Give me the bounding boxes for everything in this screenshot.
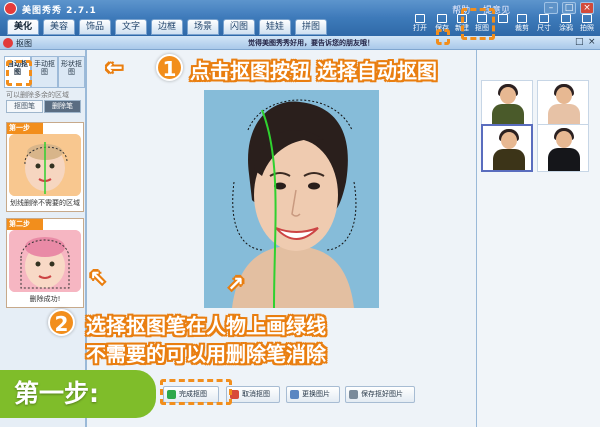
material-panel	[476, 50, 600, 427]
resize-button[interactable]: 尺寸	[533, 14, 555, 36]
more-icon	[498, 14, 508, 23]
save-icon	[437, 14, 447, 23]
thumb-body	[548, 148, 580, 171]
step1-instruction: 点击抠图按钮 选择自动抠图	[190, 59, 437, 83]
material-thumb-selected[interactable]	[481, 124, 533, 172]
material-thumb[interactable]	[481, 80, 533, 128]
promo-text: 觉得美图秀秀好用，要告诉您的朋友哦！	[248, 39, 374, 47]
change-image-label: 更换图片	[302, 390, 330, 398]
erase-brush-button[interactable]: 删除笔	[44, 100, 81, 113]
thumb-face	[556, 131, 572, 148]
step-card-head: 第二步	[7, 219, 43, 230]
cutout-window-bar: 抠图 觉得美图秀秀好用，要告诉您的朋友哦！ □ ×	[0, 36, 600, 50]
maximize-button[interactable]: □	[562, 2, 576, 14]
cancel-cutout-button[interactable]: 取消抠图	[226, 386, 280, 403]
thumb-face	[500, 87, 516, 104]
material-thumb[interactable]	[537, 80, 589, 128]
app-title: 美图秀秀 2.7.1	[22, 6, 97, 16]
save-cutout-label: 保存抠好图片	[361, 390, 403, 398]
tab-frame[interactable]: 边框	[151, 19, 183, 35]
arrow-left-icon: ←	[106, 55, 123, 79]
step-card-1: 第一步 划线删除不需要的区域	[6, 122, 84, 212]
sub-maximize-button[interactable]: □	[575, 38, 584, 47]
step-number-2: 2	[48, 309, 75, 336]
step-card-caption: 删除成功!	[29, 295, 61, 303]
toolbar-highlight-box	[436, 29, 450, 45]
folder-icon	[415, 14, 425, 23]
step2-instruction-line1: 选择抠图笔在人物上画绿线	[86, 314, 326, 338]
resize-icon	[539, 14, 549, 23]
cutout-highlight-box	[461, 8, 495, 40]
thumb-face	[501, 132, 517, 149]
step-banner: 第一步:	[0, 370, 156, 418]
brush-icon	[561, 14, 571, 23]
baby-photo-1	[9, 134, 81, 196]
camera-icon	[582, 14, 592, 23]
open-button[interactable]: 打开	[409, 14, 431, 36]
thumb-face	[556, 87, 572, 104]
minimize-button[interactable]: –	[544, 2, 558, 14]
step-card-2: 第二步 删除成功!	[6, 218, 84, 308]
finish-highlight-box	[160, 379, 232, 405]
tab-shape-cutout[interactable]: 形状抠图	[58, 56, 85, 88]
tab-beautify[interactable]: 美化	[7, 19, 39, 35]
image-icon	[290, 390, 299, 399]
crop-button[interactable]: 裁剪	[511, 14, 533, 36]
baby-illustration	[9, 230, 81, 292]
auto-tab-highlight-box	[6, 60, 32, 86]
save-icon	[349, 390, 358, 399]
cancel-cutout-label: 取消抠图	[242, 390, 270, 398]
tab-text[interactable]: 文字	[115, 19, 147, 35]
thumb-body	[493, 149, 525, 170]
sub-close-button[interactable]: ×	[588, 38, 597, 47]
save-cutout-button[interactable]: 保存抠好图片	[345, 386, 415, 403]
step-card-head: 第一步	[7, 123, 43, 134]
change-image-button[interactable]: 更换图片	[286, 386, 340, 403]
step2-instruction-line2: 不需要的可以用删除笔消除	[86, 342, 326, 366]
cutout-brush-button[interactable]: 抠图笔	[6, 100, 43, 113]
brush-hint: 可以删除多余的区域	[6, 91, 69, 99]
step-card-caption: 划线删除不需要的区域	[10, 199, 80, 207]
doodle-button[interactable]: 涂鸦	[555, 14, 577, 36]
close-button[interactable]: ×	[580, 2, 594, 14]
step-number-1: 1	[156, 54, 183, 81]
scissors-icon	[517, 14, 527, 23]
baby-illustration	[9, 134, 81, 196]
tab-cosmetic[interactable]: 美容	[43, 19, 75, 35]
camera-button[interactable]: 拍照	[576, 14, 598, 36]
tab-flash[interactable]: 闪图	[223, 19, 255, 35]
app-logo-icon	[4, 2, 17, 15]
tab-manual-cutout[interactable]: 手动抠图	[31, 56, 58, 88]
cutout-window-icon	[3, 38, 13, 48]
baby-photo-2	[9, 230, 81, 292]
cutout-window-title: 抠图	[16, 39, 32, 48]
tab-scene[interactable]: 场景	[187, 19, 219, 35]
tab-accessories[interactable]: 饰品	[79, 19, 111, 35]
tab-collage[interactable]: 拼图	[295, 19, 327, 35]
tab-doll[interactable]: 娃娃	[259, 19, 291, 35]
material-thumb[interactable]	[537, 124, 589, 172]
